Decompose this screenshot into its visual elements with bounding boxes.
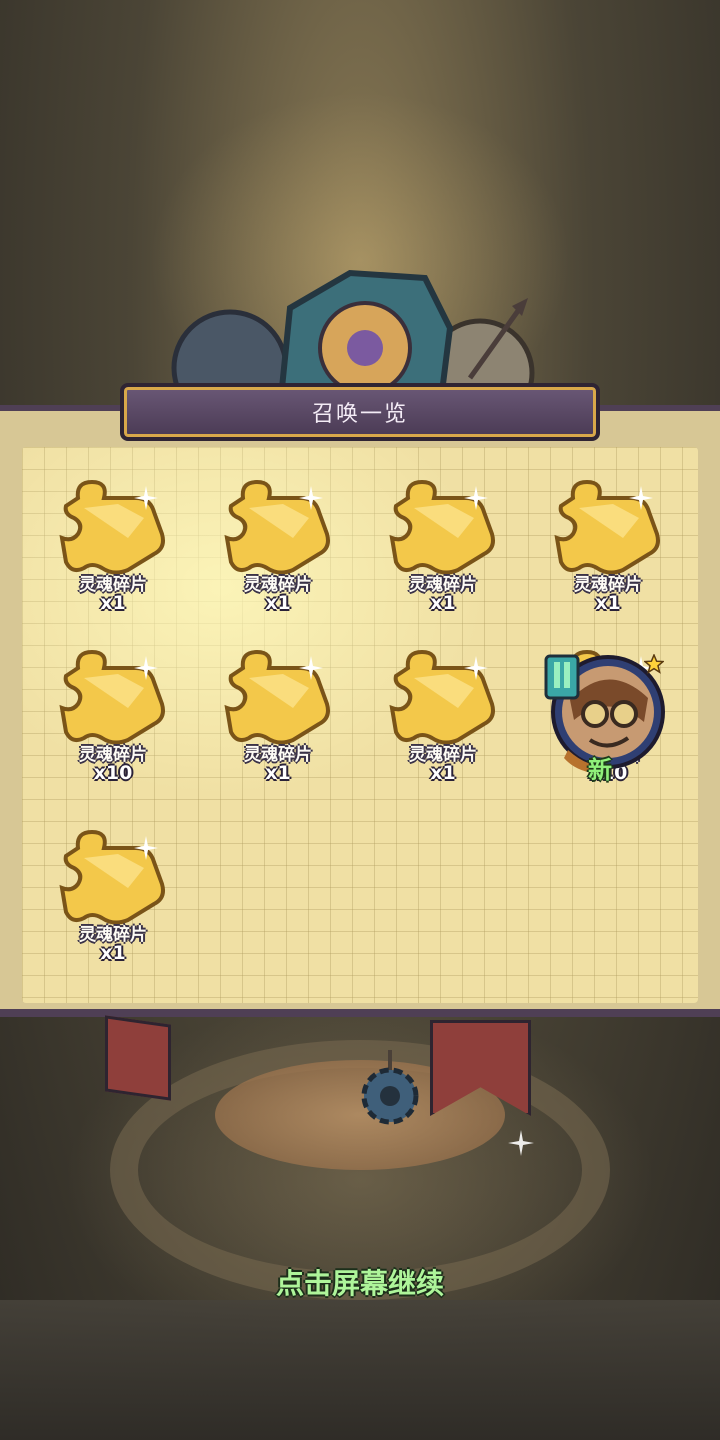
soul-fragment-item[interactable]: 灵魂碎片 x1 (48, 828, 178, 978)
item-quantity: x1 (595, 592, 621, 614)
item-quantity: x1 (100, 942, 126, 964)
item-quantity: x1 (100, 592, 126, 614)
background-floor (0, 1300, 720, 1440)
item-quantity: x1 (430, 592, 456, 614)
soul-fragment-item[interactable]: 灵魂碎片 x1 (48, 478, 178, 628)
soul-fragment-icon (554, 479, 660, 575)
soul-fragment-item[interactable]: 灵魂碎片 x1 (543, 478, 673, 628)
new-badge: 新 (588, 756, 612, 784)
item-quantity: x10 (93, 762, 133, 784)
sparkle-icon (508, 1130, 534, 1156)
item-quantity: x1 (430, 762, 456, 784)
soul-fragment-icon (224, 649, 330, 745)
soul-fragment-icon (389, 649, 495, 745)
banner-left (105, 1015, 171, 1101)
title-bar: 召唤一览 (120, 383, 600, 441)
summary-screen[interactable]: { "title": "召唤一览", "items": [ {"label": … (0, 0, 720, 1440)
star-icon (644, 654, 664, 674)
item-quantity: x1 (265, 762, 291, 784)
soul-fragment-icon (59, 479, 165, 575)
soul-fragment-icon (389, 479, 495, 575)
new-hero-card[interactable]: 新 (540, 652, 670, 792)
soul-fragment-icon (59, 829, 165, 925)
soul-fragment-item[interactable]: 灵魂碎片x10 (48, 648, 178, 798)
soul-fragment-item[interactable]: 灵魂碎片 x1 (378, 648, 508, 798)
soul-fragment-icon (59, 649, 165, 745)
soul-fragment-item[interactable]: 灵魂碎片 x1 (213, 648, 343, 798)
soul-fragment-item[interactable]: 灵魂碎片 x1 (378, 478, 508, 628)
panel-title: 召唤一览 (311, 402, 408, 427)
item-quantity: x1 (265, 592, 291, 614)
soul-fragment-icon (224, 479, 330, 575)
gear-icon (361, 1050, 419, 1125)
soul-fragment-item[interactable]: 灵魂碎片 x1 (213, 478, 343, 628)
tap-to-continue[interactable]: 点击屏幕继续 (0, 1262, 720, 1302)
